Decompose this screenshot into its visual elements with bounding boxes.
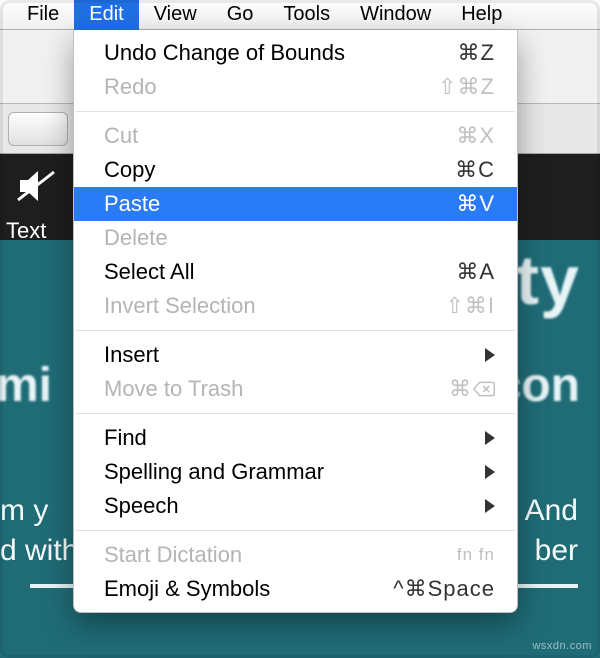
menu-item-spelling-grammar[interactable]: Spelling and Grammar xyxy=(74,455,517,489)
menu-item-shortcut: ⌘X xyxy=(456,123,495,149)
menu-item-select-all[interactable]: Select All ⌘A xyxy=(74,255,517,289)
menu-item-label: Insert xyxy=(104,342,485,368)
menu-item-invert-selection: Invert Selection ⇧⌘I xyxy=(74,289,517,323)
menu-item-shortcut: ⇧⌘Z xyxy=(438,74,495,100)
menu-item-shortcut: ⌘A xyxy=(456,259,495,285)
menu-item-find[interactable]: Find xyxy=(74,421,517,455)
menu-item-copy[interactable]: Copy ⌘C xyxy=(74,153,517,187)
toolbar-button[interactable] xyxy=(8,112,68,146)
menubar-item-file[interactable]: File xyxy=(12,0,74,30)
menu-item-label: Find xyxy=(104,425,485,451)
bg-text-fragment: And xyxy=(525,494,578,528)
menu-item-label: Paste xyxy=(104,191,456,217)
menu-item-label: Copy xyxy=(104,157,455,183)
menu-item-emoji-symbols[interactable]: Emoji & Symbols ^⌘Space xyxy=(74,572,517,606)
menu-item-label: Select All xyxy=(104,259,456,285)
menu-item-shortcut: ⌘C xyxy=(455,157,495,183)
menu-item-label: Delete xyxy=(104,225,495,251)
menu-item-label: Move to Trash xyxy=(104,376,449,402)
menu-item-label: Invert Selection xyxy=(104,293,445,319)
delete-key-icon xyxy=(473,380,495,398)
bg-text-fragment: mi xyxy=(0,358,52,413)
menu-separator xyxy=(76,330,515,331)
bg-text-fragment: ty xyxy=(516,240,580,320)
menu-item-redo: Redo ⇧⌘Z xyxy=(74,70,517,104)
menu-item-cut: Cut ⌘X xyxy=(74,119,517,153)
menu-item-shortcut: ^⌘Space xyxy=(393,576,495,602)
bg-text-fragment: d with xyxy=(0,534,78,568)
menu-item-speech[interactable]: Speech xyxy=(74,489,517,523)
menubar-item-window[interactable]: Window xyxy=(345,0,446,30)
menu-item-shortcut: ⌘Z xyxy=(458,40,495,66)
menubar-item-help[interactable]: Help xyxy=(446,0,517,30)
submenu-arrow-icon xyxy=(485,465,495,479)
menu-item-shortcut: fn fn xyxy=(457,545,495,565)
edit-menu-dropdown: Undo Change of Bounds ⌘Z Redo ⇧⌘Z Cut ⌘X… xyxy=(73,30,518,613)
watermark: wsxdn.com xyxy=(532,640,592,652)
menu-separator xyxy=(76,530,515,531)
bg-text-fragment: ber xyxy=(535,534,578,568)
menu-item-label: Emoji & Symbols xyxy=(104,576,393,602)
menubar-item-edit[interactable]: Edit xyxy=(74,0,138,30)
menu-item-shortcut: ⌘V xyxy=(456,191,495,217)
menu-item-start-dictation: Start Dictation fn fn xyxy=(74,538,517,572)
menu-item-label: Undo Change of Bounds xyxy=(104,40,458,66)
menubar-item-go[interactable]: Go xyxy=(212,0,269,30)
submenu-arrow-icon xyxy=(485,499,495,513)
menu-item-shortcut: ⌘ xyxy=(449,376,495,402)
menu-item-undo[interactable]: Undo Change of Bounds ⌘Z xyxy=(74,36,517,70)
menu-separator xyxy=(76,413,515,414)
menu-item-insert[interactable]: Insert xyxy=(74,338,517,372)
menu-item-shortcut: ⇧⌘I xyxy=(445,293,495,319)
menu-item-label: Speech xyxy=(104,493,485,519)
menu-item-paste[interactable]: Paste ⌘V xyxy=(74,187,517,221)
menu-item-label: Start Dictation xyxy=(104,542,457,568)
menu-item-move-to-trash: Move to Trash ⌘ xyxy=(74,372,517,406)
menu-item-label: Spelling and Grammar xyxy=(104,459,485,485)
bg-text-fragment: m y xyxy=(0,494,48,528)
menu-separator xyxy=(76,111,515,112)
menubar-item-tools[interactable]: Tools xyxy=(268,0,345,30)
submenu-arrow-icon xyxy=(485,431,495,445)
menu-item-label: Cut xyxy=(104,123,456,149)
menubar-item-view[interactable]: View xyxy=(139,0,212,30)
mute-icon xyxy=(16,168,56,204)
menubar: File Edit View Go Tools Window Help xyxy=(0,0,600,30)
menu-item-delete: Delete xyxy=(74,221,517,255)
menu-item-label: Redo xyxy=(104,74,438,100)
submenu-arrow-icon xyxy=(485,348,495,362)
